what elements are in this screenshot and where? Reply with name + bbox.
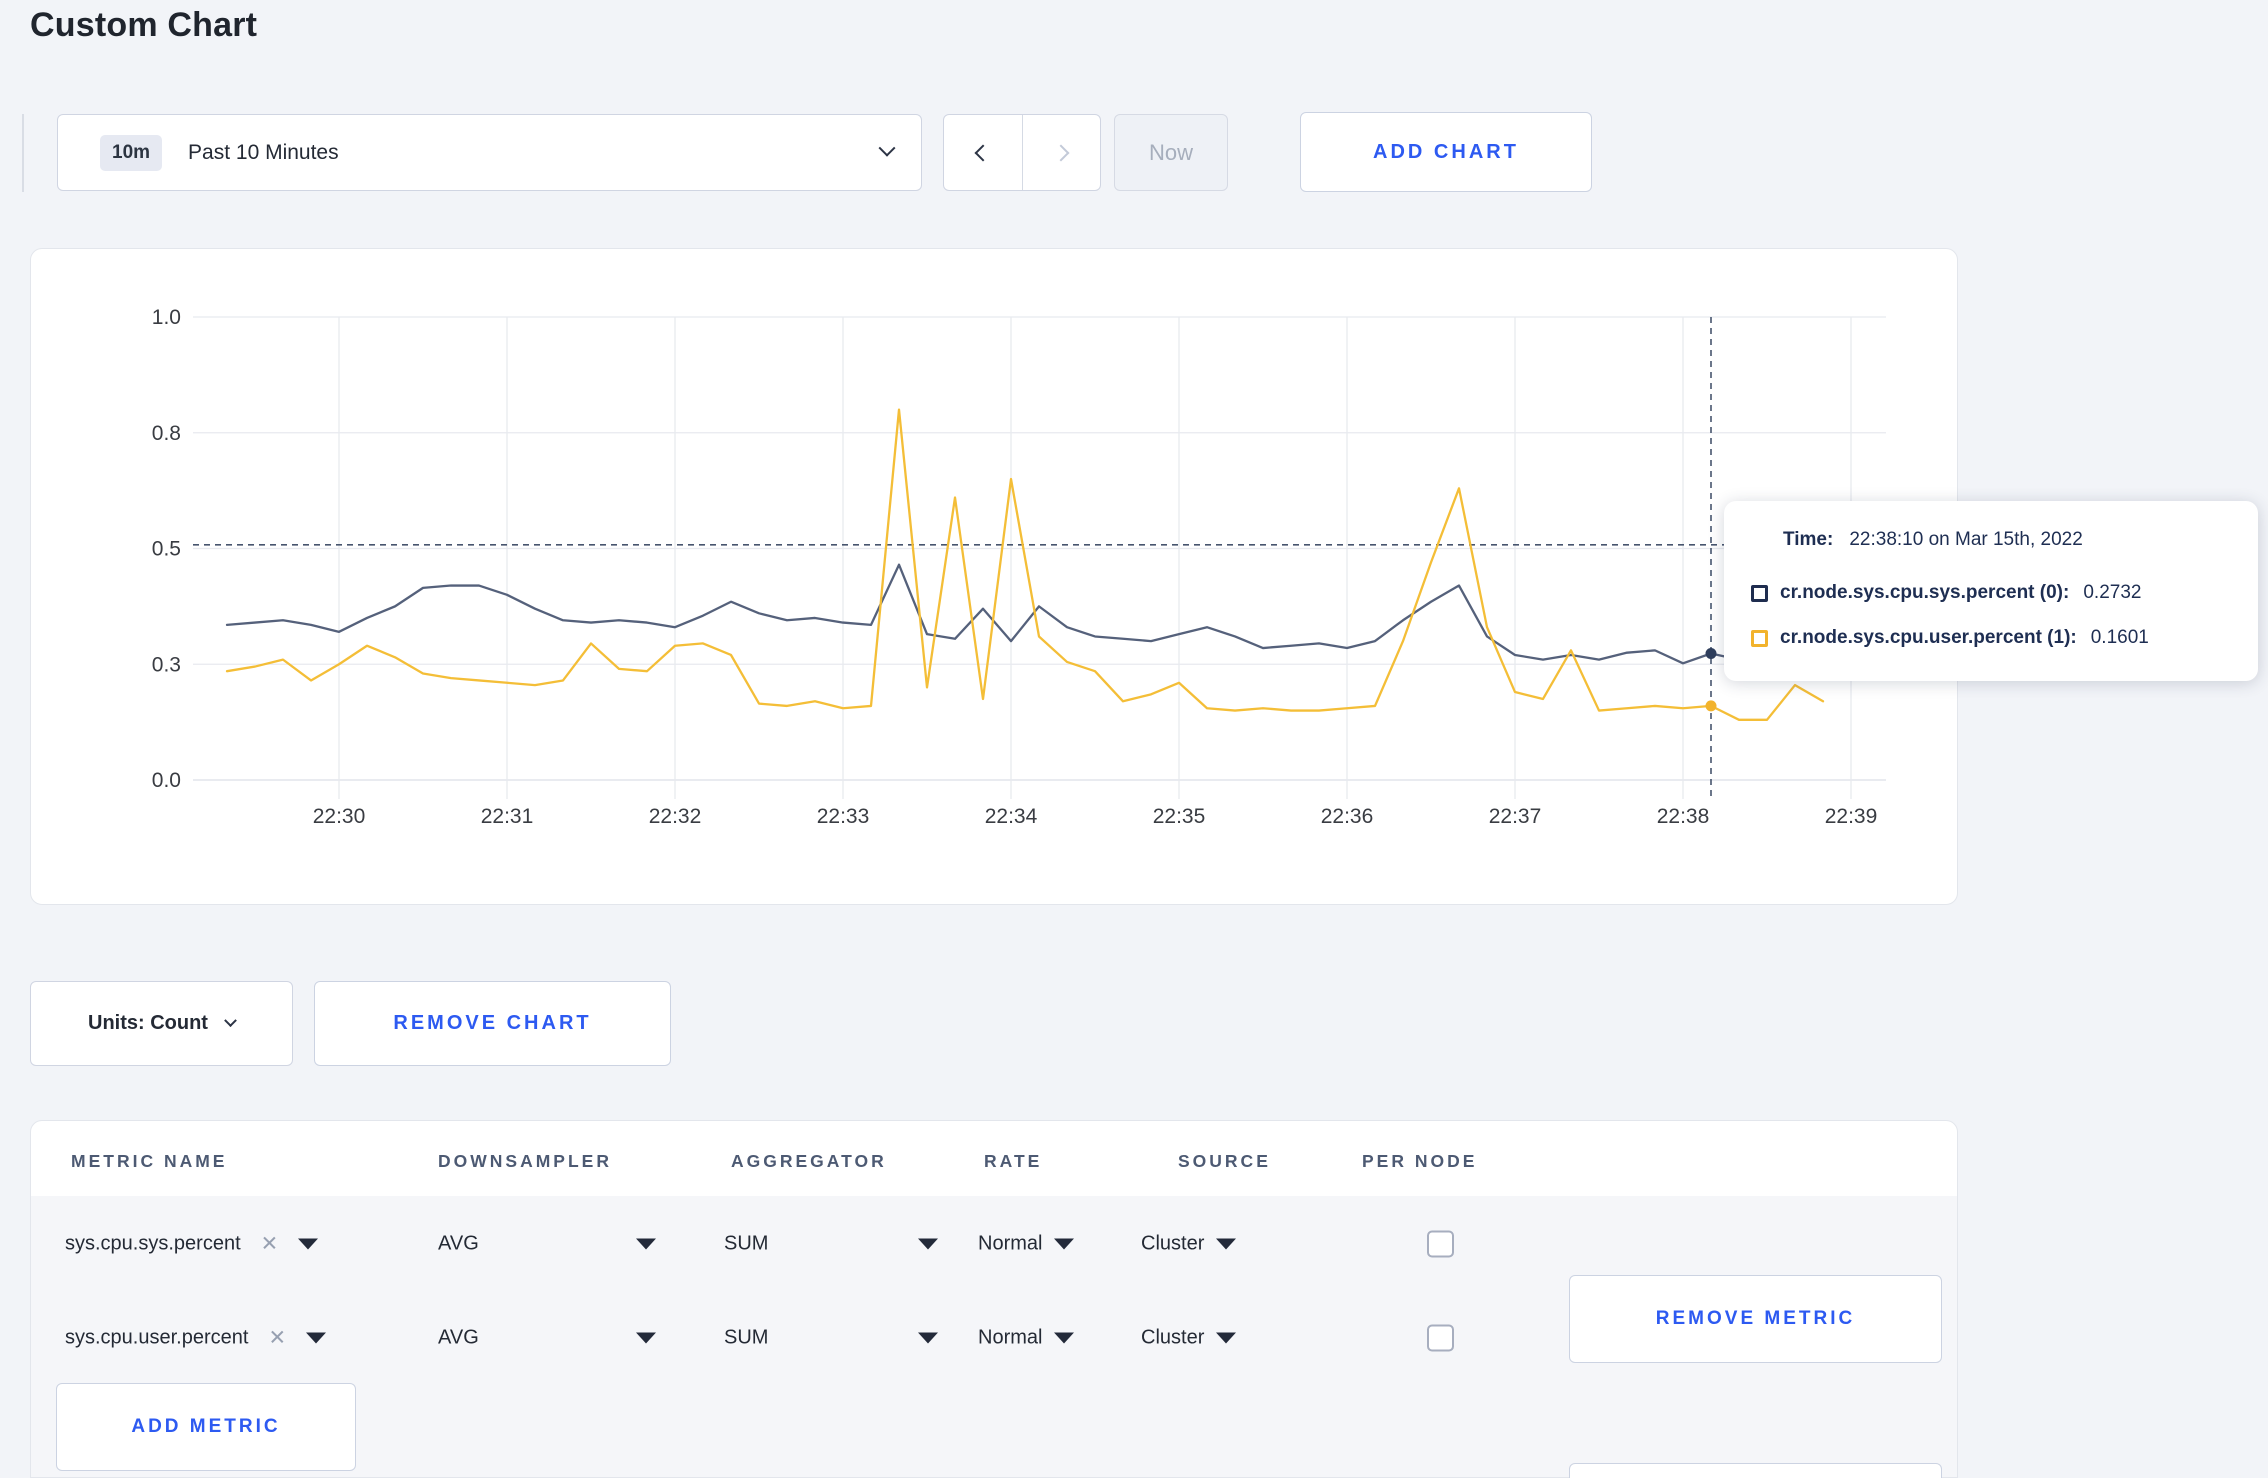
svg-text:22:32: 22:32 [649,805,702,828]
per-node-checkbox[interactable] [1427,1324,1454,1352]
source-select[interactable]: Cluster [1141,1232,1237,1256]
svg-text:22:31: 22:31 [481,805,534,828]
column-header-downsampler: DOWNSAMPLER [438,1151,612,1171]
svg-text:22:37: 22:37 [1489,805,1542,828]
metrics-table: METRIC NAME DOWNSAMPLER AGGREGATOR RATE … [30,1120,1958,1478]
caret-down-icon [306,1332,327,1344]
svg-text:22:34: 22:34 [985,805,1038,828]
aggregator-select[interactable]: SUM [724,1327,938,1350]
add-metric-button[interactable]: ADD METRIC [56,1383,356,1471]
column-header-rate: RATE [984,1151,1043,1171]
source-value: Cluster [1141,1326,1205,1349]
tooltip-time-value: 22:38:10 on Mar 15th, 2022 [1849,529,2083,550]
time-window-label: Past 10 Minutes [188,140,339,164]
column-header-aggregator: AGGREGATOR [731,1151,887,1171]
svg-text:0.8: 0.8 [152,422,181,445]
caret-down-icon [1054,1238,1075,1250]
svg-text:22:33: 22:33 [817,805,870,828]
svg-text:0.0: 0.0 [152,769,181,792]
svg-text:22:39: 22:39 [1825,805,1878,828]
clear-metric-icon[interactable]: ✕ [268,1326,286,1351]
svg-text:0.5: 0.5 [152,538,181,561]
tooltip-time: Time: 22:38:10 on Mar 15th, 2022 [1783,529,2083,551]
table-row: sys.cpu.sys.percent ✕ AVG SUM Normal Clu… [31,1197,1957,1363]
units-select[interactable]: Units: Count [30,981,293,1066]
metric-name-select[interactable]: sys.cpu.sys.percent ✕ [65,1232,319,1257]
svg-text:1.0: 1.0 [152,306,181,329]
caret-down-icon [1216,1332,1237,1344]
tooltip-series-label: cr.node.sys.cpu.user.percent (1): [1780,627,2077,648]
chevron-down-icon [224,1014,237,1028]
source-select[interactable]: Cluster [1141,1326,1237,1350]
svg-text:22:36: 22:36 [1321,805,1374,828]
caret-down-icon [636,1332,656,1344]
svg-text:22:38: 22:38 [1657,805,1710,828]
time-prev-button[interactable] [944,115,1022,190]
chevron-down-icon [878,139,896,162]
column-header-per-node: PER NODE [1362,1151,1478,1171]
tooltip-series-row: cr.node.sys.cpu.sys.percent (0): 0.2732 [1751,580,2141,606]
chevron-right-icon [1052,144,1070,161]
column-header-metric-name: METRIC NAME [71,1151,228,1171]
downsampler-select[interactable]: AVG [438,1233,656,1256]
table-row: sys.cpu.user.percent ✕ AVG SUM Normal Cl… [31,1291,1957,1478]
svg-text:22:35: 22:35 [1153,805,1206,828]
metric-name-label: sys.cpu.user.percent [65,1326,249,1349]
metric-name-select[interactable]: sys.cpu.user.percent ✕ [65,1326,327,1351]
time-next-button[interactable] [1021,115,1101,190]
tooltip-series-label: cr.node.sys.cpu.sys.percent (0): [1780,582,2070,603]
caret-down-icon [636,1238,656,1250]
clear-metric-icon[interactable]: ✕ [261,1232,279,1257]
tooltip-time-label: Time: [1783,529,1834,550]
caret-down-icon [298,1238,319,1250]
downsampler-select[interactable]: AVG [438,1327,656,1350]
tooltip-series-row: cr.node.sys.cpu.user.percent (1): 0.1601 [1751,625,2149,651]
column-header-source: SOURCE [1178,1151,1271,1171]
series-swatch-icon [1751,629,1768,647]
time-step-button-group [943,114,1101,191]
downsampler-value: AVG [438,1326,479,1349]
aggregator-value: SUM [724,1232,769,1255]
per-node-checkbox[interactable] [1427,1230,1454,1258]
source-value: Cluster [1141,1232,1205,1255]
chevron-left-icon [974,144,992,161]
remove-chart-button[interactable]: REMOVE CHART [314,981,671,1066]
add-chart-button[interactable]: ADD CHART [1300,112,1592,192]
remove-metric-button[interactable]: REMOVE METRIC [1569,1463,1942,1478]
rate-select[interactable]: Normal [978,1326,1075,1350]
time-window-select[interactable]: 10m Past 10 Minutes [57,114,922,191]
aggregator-value: SUM [724,1326,769,1349]
chart-card: 0.0 0.3 0.5 0.8 1.0 22:30 22:31 22:32 22:33 22:34… [30,248,2258,906]
series-swatch-icon [1751,584,1768,602]
page-title: Custom Chart [30,6,258,44]
rate-value: Normal [978,1232,1043,1255]
svg-text:22:30: 22:30 [313,805,366,828]
downsampler-value: AVG [438,1232,479,1255]
now-button[interactable]: Now [1114,114,1228,191]
toolbar-divider [22,114,24,192]
custom-chart-page: Custom Chart 10m Past 10 Minutes Now ADD… [0,0,2268,1478]
time-window-badge: 10m [100,134,163,171]
cpu-percent-line-chart[interactable]: 0.0 0.3 0.5 0.8 1.0 22:30 22:31 22:32 22:33 22:34… [31,249,1959,906]
caret-down-icon [1216,1238,1237,1250]
aggregator-select[interactable]: SUM [724,1233,938,1256]
chart-tooltip: Time: 22:38:10 on Mar 15th, 2022 cr.node.… [1724,501,2258,681]
tooltip-series-value: 0.2732 [2083,582,2142,603]
caret-down-icon [918,1238,938,1250]
svg-text:0.3: 0.3 [152,653,181,676]
tooltip-series-value: 0.1601 [2090,627,2149,648]
rate-value: Normal [978,1326,1043,1349]
caret-down-icon [918,1332,938,1344]
metric-name-label: sys.cpu.sys.percent [65,1232,241,1255]
units-label: Units: Count [88,1012,208,1034]
rate-select[interactable]: Normal [978,1232,1075,1256]
caret-down-icon [1054,1332,1075,1344]
